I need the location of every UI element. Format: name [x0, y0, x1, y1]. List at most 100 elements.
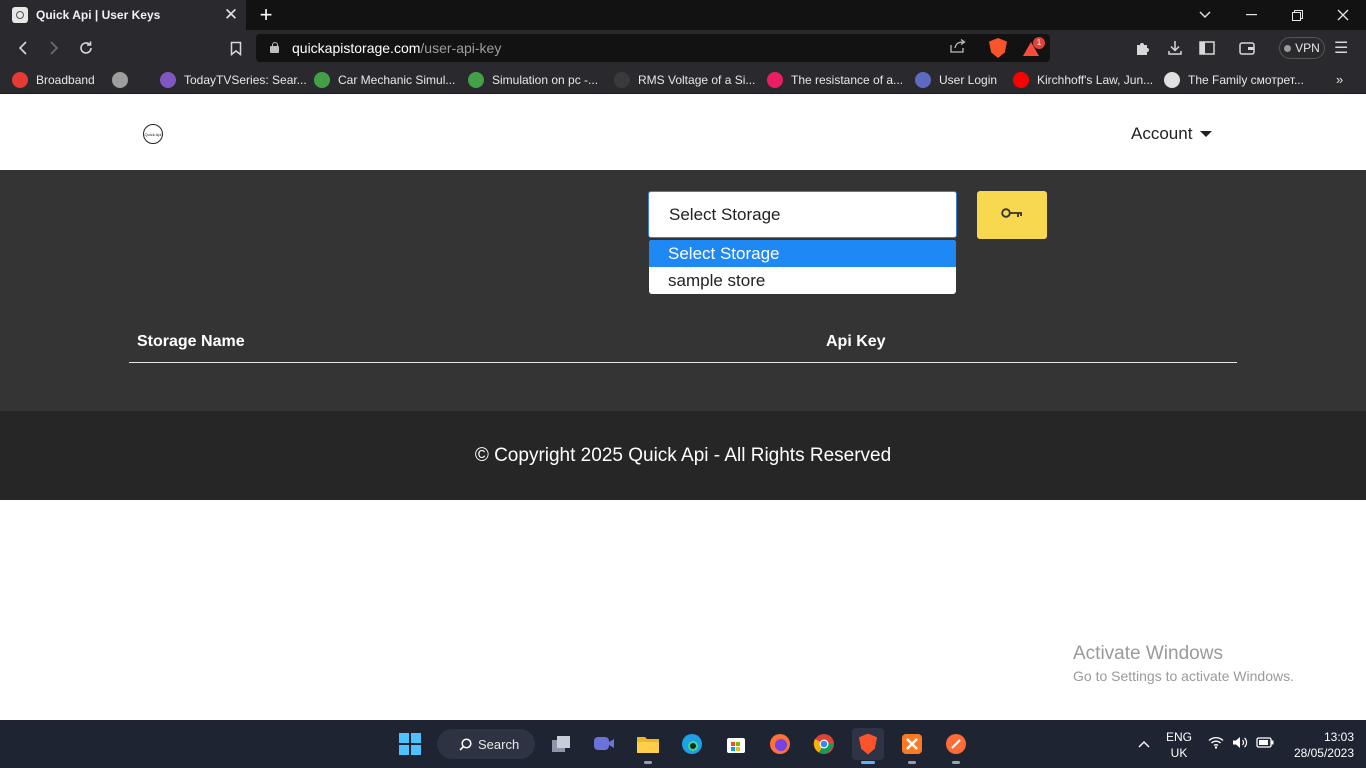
clock-time: 13:03 [1323, 730, 1354, 744]
rewards-badge: 1 [1033, 37, 1045, 49]
xampp-icon[interactable] [896, 728, 928, 764]
storage-dropdown-list: Select Storage sample store [649, 240, 956, 294]
close-window-button[interactable] [1320, 0, 1366, 30]
bookmark-label: The Family смотрет... [1188, 73, 1304, 87]
battery-icon[interactable] [1256, 737, 1274, 751]
copyright-text: © Copyright 2025 Quick Api - All Rights … [474, 444, 892, 466]
bookmark-item[interactable]: The Family смотрет... [1164, 71, 1304, 89]
bookmark-item[interactable]: Broadband [12, 71, 95, 89]
storage-select-value: Select Storage [669, 204, 781, 224]
taskbar-clock[interactable]: 13:03 28/05/2023 [1284, 729, 1354, 761]
site-header: Quick Api Account [0, 99, 1366, 170]
browser-menu-icon[interactable]: ☰ [1334, 38, 1348, 58]
site-logo[interactable]: Quick Api [143, 124, 163, 144]
lock-icon [270, 42, 279, 53]
postman-icon[interactable] [940, 728, 972, 764]
new-tab-button[interactable]: + [256, 2, 276, 28]
reload-button[interactable] [75, 37, 97, 59]
shield-green-icon [468, 72, 484, 88]
browser-toolbar: quickapistorage.com/user-api-key 1 VPN ☰ [0, 30, 1366, 66]
user-login-icon [915, 72, 931, 88]
account-menu[interactable]: Account [1131, 124, 1213, 144]
shield-green-icon [314, 72, 330, 88]
bookmark-page-icon[interactable] [225, 37, 247, 59]
address-bar[interactable]: quickapistorage.com/user-api-key [256, 34, 1050, 62]
bookmark-label: RMS Voltage of a Si... [638, 73, 756, 87]
taskbar-search-label: Search [478, 736, 520, 752]
forward-button[interactable] [43, 37, 65, 59]
windows-taskbar: Search ENG UK 13:03 28/05/2023 [0, 720, 1366, 768]
column-header-storage-name: Storage Name [137, 333, 245, 350]
broadband-icon [12, 72, 28, 88]
chrome-icon[interactable] [808, 728, 840, 760]
url-text: quickapistorage.com/user-api-key [292, 40, 502, 56]
brave-rewards-icon[interactable]: 1 [1023, 37, 1045, 58]
search-icon [459, 737, 472, 751]
bookmark-item[interactable]: RMS Voltage of a Si... [614, 71, 755, 89]
main-content: Select Storage Select Storage sample sto… [0, 170, 1366, 411]
windows-logo-icon [399, 733, 421, 755]
minimize-window-button[interactable] [1228, 0, 1274, 30]
share-icon[interactable] [950, 38, 966, 56]
film-icon [1164, 72, 1180, 88]
generate-key-button[interactable] [977, 191, 1047, 239]
table-header: Storage Name Api Key [129, 330, 1237, 363]
activate-windows-watermark: Activate Windows Go to Settings to activ… [1073, 643, 1294, 684]
taskbar-search[interactable]: Search [437, 729, 535, 759]
teams-chat-icon[interactable] [588, 728, 620, 760]
vpn-status-dot-icon [1284, 44, 1292, 52]
dropdown-option[interactable]: Select Storage [649, 240, 956, 267]
back-button[interactable] [12, 37, 34, 59]
column-header-api-key: Api Key [826, 333, 886, 350]
dark-circle-icon [614, 72, 630, 88]
storage-select[interactable]: Select Storage [648, 191, 957, 238]
sidebar-toggle-icon[interactable] [1198, 39, 1216, 57]
globe-icon [112, 72, 128, 88]
bookmark-item[interactable]: User Login [915, 71, 997, 89]
browser-tab-active[interactable]: Quick Api | User Keys ✕ [0, 0, 246, 30]
vpn-button[interactable]: VPN [1279, 37, 1325, 59]
browser-tab-bar: Quick Api | User Keys ✕ + [0, 0, 1366, 30]
bookmark-label: Simulation on pc -... [492, 73, 599, 87]
key-icon [1001, 206, 1023, 224]
extensions-puzzle-icon[interactable] [1134, 39, 1152, 57]
bookmark-item[interactable]: Car Mechanic Simul... [314, 71, 455, 89]
watermark-subtitle: Go to Settings to activate Windows. [1073, 668, 1294, 684]
edge-browser-icon[interactable] [676, 728, 708, 760]
start-button[interactable] [394, 728, 426, 760]
microsoft-store-icon[interactable] [720, 728, 752, 760]
bookmark-item[interactable] [112, 71, 136, 89]
bookmark-item[interactable]: Simulation on pc -... [468, 71, 598, 89]
youtube-icon [1013, 72, 1029, 88]
close-tab-icon[interactable]: ✕ [220, 5, 242, 25]
restore-window-button[interactable] [1274, 0, 1320, 30]
firefox-icon[interactable] [764, 728, 796, 760]
volume-icon[interactable] [1232, 736, 1248, 752]
bookmark-label: Car Mechanic Simul... [338, 73, 456, 87]
bookmark-label: Kirchhoff's Law, Jun... [1037, 73, 1154, 87]
site-favicon-icon [12, 7, 28, 23]
clock-date: 28/05/2023 [1293, 746, 1354, 760]
file-explorer-icon[interactable] [632, 728, 664, 764]
tab-title: Quick Api | User Keys [36, 8, 161, 22]
bookmark-item[interactable]: The resistance of a... [767, 71, 903, 89]
more-bookmarks-icon[interactable]: » [1336, 72, 1343, 87]
show-hidden-icons-chevron-icon[interactable] [1138, 737, 1150, 751]
input-language-indicator[interactable]: ENG UK [1166, 729, 1192, 761]
wallet-icon[interactable] [1238, 39, 1256, 57]
brave-browser-icon[interactable] [852, 728, 884, 764]
bookmark-label: The resistance of a... [791, 73, 904, 87]
task-view-icon[interactable] [545, 728, 577, 760]
bookmark-label: Broadband [36, 73, 95, 87]
watermark-title: Activate Windows [1073, 643, 1223, 664]
account-label: Account [1131, 124, 1193, 143]
tab-search-chevron-icon[interactable] [1182, 0, 1228, 30]
bookmark-item[interactable]: TodayTVSeries: Sear... [160, 71, 307, 89]
downloads-icon[interactable] [1166, 39, 1184, 57]
bookmark-label: TodayTVSeries: Sear... [184, 73, 307, 87]
caret-down-icon [1200, 131, 1213, 137]
wifi-icon[interactable] [1208, 736, 1224, 752]
tv-icon [160, 72, 176, 88]
dropdown-option[interactable]: sample store [649, 267, 956, 294]
bookmark-item[interactable]: Kirchhoff's Law, Jun... [1013, 71, 1153, 89]
